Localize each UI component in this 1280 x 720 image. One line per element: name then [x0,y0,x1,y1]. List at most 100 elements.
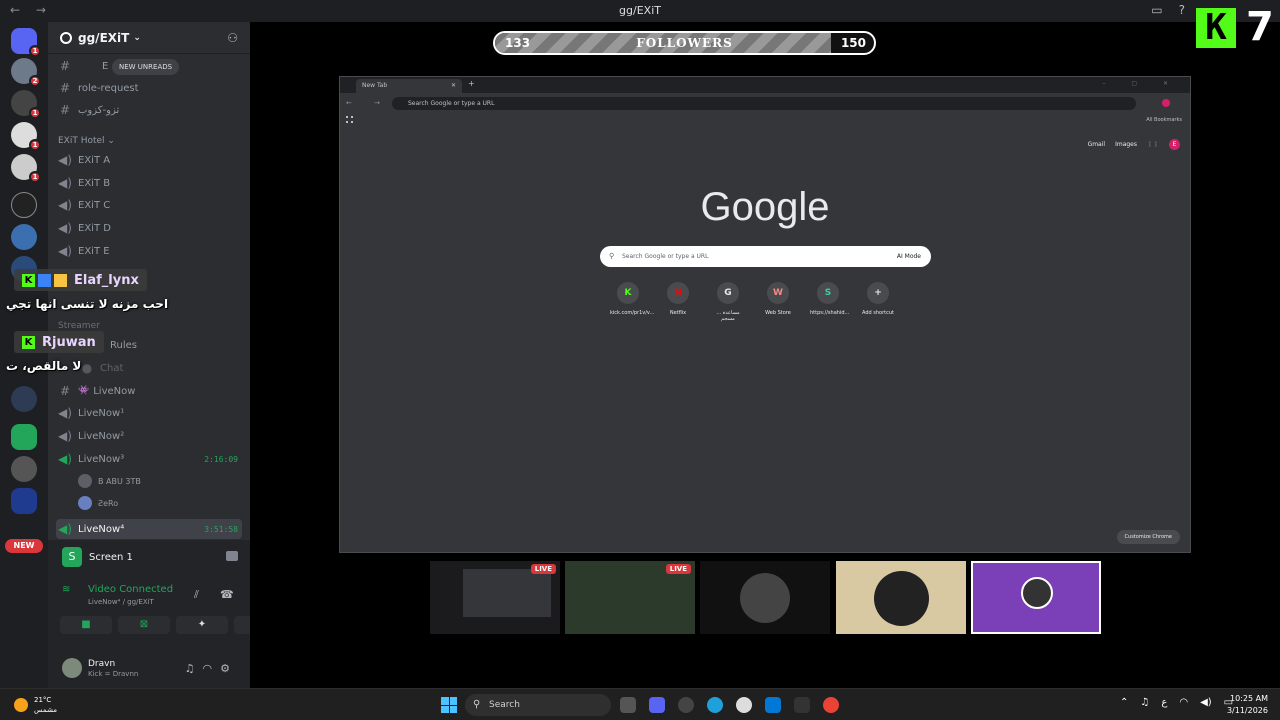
channel-label: EXiT A [78,154,111,166]
server-icon[interactable] [11,192,37,218]
channel-chat[interactable]: ● Chat [56,358,242,378]
apps-grid-icon[interactable] [346,116,353,123]
shortcut-tile[interactable]: Kkick.com/pr1v/v... [610,282,654,322]
gmail-link[interactable]: Gmail [1088,141,1106,148]
voice-user[interactable]: ƧeRo [78,494,238,512]
voice-channel[interactable]: ◀) LiveNow² [56,426,242,446]
server-icon[interactable]: 2 [11,58,41,87]
server-icon[interactable]: 1 [11,90,41,119]
server-header[interactable]: gg/EXiT ⌄ ⚇ [48,22,250,54]
settings-gear-icon[interactable]: ⚙ [220,662,238,675]
stream-thumbnail[interactable]: LIVE [565,561,695,634]
mic-icon[interactable]: ♫ [1140,697,1149,708]
profile-avatar[interactable] [1162,99,1170,107]
screen-share-row[interactable]: S Screen 1 [48,540,250,574]
server-icon[interactable] [11,424,37,450]
voice-connection-status[interactable]: ≋ Video Connected LiveNow⁴ / gg/EXiT [62,584,173,606]
shortcut-tile[interactable]: N Netflix [660,282,696,322]
chrome-icon[interactable] [823,697,839,713]
invite-icon[interactable]: ⚇ [227,31,238,45]
system-tray: ⌃ ♫ ع ◠ ◀) ▭ [1120,697,1233,708]
speaker-icon: ◀) [58,406,72,420]
apps-icon[interactable]: ⋮⋮ [1147,141,1159,148]
shortcut-label: Web Store [765,310,791,316]
voice-channel[interactable]: ◀) EXiT A [56,150,242,170]
edge-icon[interactable] [707,697,723,713]
taskbar-search[interactable]: ⚲ Search [465,694,611,716]
share-screen-button[interactable]: ⊠ [118,616,170,634]
category-exit-hotel[interactable]: EXiT Hotel ⌄ [58,136,115,146]
server-icon[interactable] [11,456,37,482]
language-indicator[interactable]: ع [1161,697,1167,708]
hash-icon: # [59,81,71,95]
shortcut-tile[interactable]: W Web Store [760,282,796,322]
new-unreads-pill[interactable]: NEW UNREADS [112,59,180,75]
store-icon[interactable] [765,697,781,713]
mic-icon[interactable]: ♫ [185,662,203,675]
voice-channel[interactable]: ◀) EXiT B [56,173,242,193]
task-view-icon[interactable] [620,697,636,713]
voice-channel-active[interactable]: ◀) LiveNow⁴ 3:51:58 [56,519,242,539]
inbox-icon[interactable]: ▭ [1151,3,1162,17]
ai-mode-button[interactable]: AI Mode [897,246,921,267]
category-streamer[interactable]: Streamer [58,321,100,331]
server-icon[interactable]: 1 [11,154,41,183]
discord-home-icon[interactable]: 1 [11,28,41,57]
new-tab-icon[interactable]: + [468,79,475,88]
date: 3/11/2026 [1226,706,1268,715]
shortcut-tile[interactable]: Shttps://shahid... [810,282,849,322]
disconnect-icon[interactable]: ☎ [220,588,234,601]
stream-thumbnail[interactable] [700,561,830,634]
app-icon[interactable] [794,697,810,713]
noise-suppression-icon[interactable]: ⫽ [194,588,199,602]
shortcut-icon: N [667,282,689,304]
server-icon[interactable] [11,386,37,412]
voice-user[interactable]: B ABU 3TB [78,472,238,490]
server-icon[interactable] [11,488,37,514]
voice-channel[interactable]: ◀) EXiT E [56,241,242,261]
channel-livenow[interactable]: # 👾 LiveNow [56,381,242,401]
headphones-icon[interactable]: ◠ [203,662,221,675]
voice-channel[interactable]: ◀) LiveNow³ 2:16:09 [56,449,242,469]
steam-icon[interactable] [736,697,752,713]
windows-start-icon[interactable] [441,697,457,713]
close-icon[interactable]: ✕ [451,79,456,93]
weather-widget[interactable]: 21°C مشمس [14,695,57,715]
volume-icon[interactable]: ◀) [1200,697,1212,708]
voice-channel[interactable]: ◀) EXiT C [56,195,242,215]
shortcut-tile[interactable]: + Add shortcut [860,282,896,322]
channel-role-request[interactable]: # role-request [56,78,242,98]
screen-icon: S [62,547,82,567]
google-search-box[interactable]: ⚲ Search Google or type a URL AI Mode [600,246,931,267]
stop-stream-icon[interactable] [226,551,238,561]
avatar[interactable] [62,658,82,678]
voice-channel[interactable]: ◀) EXiT D [56,218,242,238]
clock[interactable]: 10:25 AM 3/11/2026 [1227,693,1268,717]
kick-badge-icon: K [22,335,35,349]
camera-button[interactable]: ■ [60,616,112,634]
customize-chrome-button[interactable]: Customize Chrome [1116,530,1180,544]
followers-goal-bar: 133 FOLLOWERS 150 [493,31,876,55]
user-info[interactable]: Dravn Kick = Dravnn [88,659,138,678]
stream-thumbnail[interactable] [836,561,966,634]
omnibox[interactable]: Search Google or type a URL [392,97,1136,110]
browser-tab[interactable]: New Tab ✕ [356,79,462,93]
chevron-up-icon[interactable]: ⌃ [1120,697,1128,708]
all-bookmarks[interactable]: All Bookmarks [1146,117,1182,123]
shortcut-tile[interactable]: G ... مساعدة مسجم [710,282,746,322]
channel-arabic[interactable]: # تزو-كزوب [56,100,242,120]
stream-thumbnail[interactable]: LIVE [430,561,560,634]
help-icon[interactable]: ? [1179,3,1185,17]
voice-channel[interactable]: ◀) LiveNow¹ [56,403,242,423]
stream-thumbnail-selected[interactable] [971,561,1101,634]
wifi-icon[interactable]: ◠ [1179,697,1188,708]
discord-icon[interactable] [649,697,665,713]
app-icon[interactable] [678,697,694,713]
activities-button[interactable]: ✦ [176,616,228,634]
window-controls[interactable]: – ▢ ✕ [1102,80,1180,87]
images-link[interactable]: Images [1115,141,1137,148]
google-avatar[interactable]: E [1169,139,1180,150]
server-icon[interactable] [11,224,37,250]
speaker-icon: ◀) [58,429,72,443]
server-icon[interactable]: 1 [11,122,41,151]
